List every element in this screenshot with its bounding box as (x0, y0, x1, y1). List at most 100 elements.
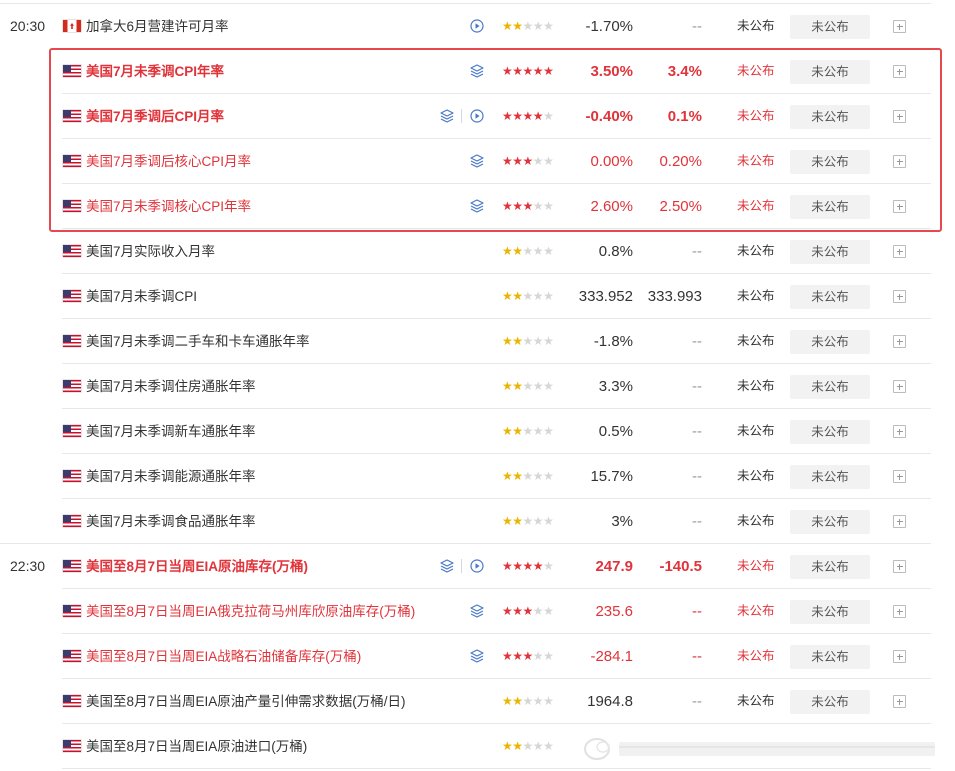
importance-stars: ★★★★★ (502, 634, 554, 679)
star-icon: ★ (532, 244, 544, 258)
layers-icon[interactable] (469, 63, 485, 79)
event-name[interactable]: 美国7月季调后CPI月率 (86, 94, 224, 139)
event-name[interactable]: 美国7月未季调住房通胀年率 (86, 364, 256, 409)
add-icon[interactable] (893, 515, 906, 528)
importance-stars: ★★★★★ (502, 589, 554, 634)
unpublished-button[interactable]: 未公布 (790, 690, 870, 714)
star-icon: ★ (522, 334, 534, 348)
table-row[interactable]: 美国7月季调后CPI月率 ★★★★★ -0.40% 0.1% 未公布 未公布 (0, 94, 955, 139)
add-icon[interactable] (893, 470, 906, 483)
unpublished-button[interactable]: 未公布 (790, 285, 870, 309)
layers-icon[interactable] (469, 153, 485, 169)
play-icon[interactable] (470, 109, 484, 123)
star-icon: ★ (502, 19, 513, 33)
importance-stars: ★★★★★ (502, 139, 554, 184)
add-icon[interactable] (893, 110, 906, 123)
event-name[interactable]: 美国至8月7日当周EIA原油进口(万桶) (86, 724, 307, 769)
add-icon[interactable] (893, 425, 906, 438)
table-row[interactable]: 美国7月未季调CPI ★★★★★ 333.952 333.993 未公布 未公布 (0, 274, 955, 319)
event-name[interactable]: 美国至8月7日当周EIA原油产量引伸需求数据(万桶/日) (86, 679, 406, 724)
add-icon[interactable] (893, 380, 906, 393)
event-name[interactable]: 美国7月未季调食品通胀年率 (86, 499, 256, 544)
star-icon: ★ (522, 154, 534, 168)
table-row[interactable]: 美国7月未季调核心CPI年率 ★★★★★ 2.60% 2.50% 未公布 未公布 (0, 184, 955, 229)
event-name[interactable]: 美国7月未季调核心CPI年率 (86, 184, 251, 229)
table-row[interactable]: 美国7月未季调二手车和卡车通胀年率 ★★★★★ -1.8% -- 未公布 未公布 (0, 319, 955, 364)
ca-flag (63, 20, 81, 32)
us-flag (63, 695, 81, 707)
importance-stars: ★★★★★ (502, 544, 554, 589)
table-row[interactable]: 美国至8月7日当周EIA战略石油储备库存(万桶) ★★★★★ -284.1 -- 未公布… (0, 634, 955, 679)
add-icon[interactable] (893, 20, 906, 33)
layers-icon[interactable] (439, 108, 455, 124)
event-name[interactable]: 美国7月实际收入月率 (86, 229, 215, 274)
table-row[interactable]: 美国至8月7日当周EIA俄克拉荷马州库欣原油库存(万桶) ★★★★★ 235.6 --… (0, 589, 955, 634)
star-icon: ★ (512, 469, 523, 483)
event-name[interactable]: 美国7月未季调CPI年率 (86, 49, 224, 94)
unpublished-button[interactable]: 未公布 (790, 195, 870, 219)
table-row[interactable]: 美国7月未季调新车通胀年率 ★★★★★ 0.5% -- 未公布 未公布 (0, 409, 955, 454)
add-icon[interactable] (893, 650, 906, 663)
add-icon[interactable] (893, 290, 906, 303)
add-icon[interactable] (893, 245, 906, 258)
event-name[interactable]: 美国7月未季调二手车和卡车通胀年率 (86, 319, 310, 364)
add-icon[interactable] (893, 335, 906, 348)
play-icon[interactable] (470, 559, 484, 573)
unpublished-button[interactable]: 未公布 (790, 420, 870, 444)
layers-icon[interactable] (469, 648, 485, 664)
unpublished-button[interactable]: 未公布 (790, 510, 870, 534)
table-row[interactable]: 美国7月季调后核心CPI月率 ★★★★★ 0.00% 0.20% 未公布 未公布 (0, 139, 955, 184)
star-icon: ★ (543, 334, 554, 348)
add-icon[interactable] (893, 695, 906, 708)
star-icon: ★ (502, 604, 513, 618)
event-name[interactable]: 美国7月季调后核心CPI月率 (86, 139, 251, 184)
event-name[interactable]: 加拿大6月营建许可月率 (86, 4, 229, 49)
add-icon[interactable] (893, 200, 906, 213)
unpublished-button[interactable]: 未公布 (790, 240, 870, 264)
unpublished-button[interactable]: 未公布 (790, 600, 870, 624)
unpublished-button[interactable]: 未公布 (790, 150, 870, 174)
table-row[interactable]: 美国7月未季调能源通胀年率 ★★★★★ 15.7% -- 未公布 未公布 (0, 454, 955, 499)
table-row[interactable]: 美国至8月7日当周EIA原油产量引伸需求数据(万桶/日) ★★★★★ 1964.8-… (0, 679, 955, 724)
unpublished-button[interactable]: 未公布 (790, 555, 870, 579)
add-icon[interactable] (893, 560, 906, 573)
event-name[interactable]: 美国至8月7日当周EIA原油库存(万桶) (86, 544, 308, 589)
add-icon[interactable] (893, 155, 906, 168)
unpublished-button[interactable]: 未公布 (790, 465, 870, 489)
unpublished-button[interactable]: 未公布 (790, 105, 870, 129)
unpublished-button[interactable]: 未公布 (790, 60, 870, 84)
star-icon: ★ (532, 64, 544, 78)
add-icon[interactable] (893, 605, 906, 618)
star-icon: ★ (543, 559, 554, 573)
event-name[interactable]: 美国至8月7日当周EIA战略石油储备库存(万桶) (86, 634, 361, 679)
unpublished-button[interactable]: 未公布 (790, 330, 870, 354)
table-row[interactable]: 美国7月未季调CPI年率 ★★★★★ 3.50% 3.4% 未公布 未公布 (0, 49, 955, 94)
actual-value: 未公布 (737, 694, 775, 708)
actual-value: 未公布 (737, 514, 775, 528)
previous-value: 3.50% (590, 63, 633, 80)
layers-icon[interactable] (469, 198, 485, 214)
event-name[interactable]: 美国至8月7日当周EIA俄克拉荷马州库欣原油库存(万桶) (86, 589, 415, 634)
unpublished-button[interactable]: 未公布 (790, 375, 870, 399)
add-icon[interactable] (893, 65, 906, 78)
event-name[interactable]: 美国7月未季调新车通胀年率 (86, 409, 256, 454)
layers-icon[interactable] (469, 603, 485, 619)
star-icon: ★ (543, 469, 554, 483)
star-icon: ★ (522, 424, 534, 438)
star-icon: ★ (543, 514, 554, 528)
table-row[interactable]: 22:30 美国至8月7日当周EIA原油库存(万桶) ★★★★★ 247.9 -140.… (0, 543, 955, 589)
table-row[interactable]: 20:30 加拿大6月营建许可月率 ★★★★★ -1.70% -- 未公布 未公布 (0, 3, 955, 49)
table-row[interactable]: 美国7月实际收入月率 ★★★★★ 0.8% -- 未公布 未公布 (0, 229, 955, 274)
event-name[interactable]: 美国7月未季调CPI (86, 274, 197, 319)
unpublished-button[interactable]: 未公布 (790, 645, 870, 669)
previous-value: -1.70% (585, 18, 633, 35)
layers-icon[interactable] (439, 558, 455, 574)
play-icon[interactable] (470, 19, 484, 33)
forecast-value: -- (692, 18, 702, 35)
unpublished-button[interactable]: 未公布 (790, 15, 870, 39)
previous-value: 3.3% (598, 378, 633, 395)
event-name[interactable]: 美国7月未季调能源通胀年率 (86, 454, 256, 499)
table-row[interactable]: 美国7月未季调住房通胀年率 ★★★★★ 3.3% -- 未公布 未公布 (0, 364, 955, 409)
table-row[interactable]: 美国7月未季调食品通胀年率 ★★★★★ 3% -- 未公布 未公布 (0, 499, 955, 544)
actual-value: 未公布 (737, 424, 775, 438)
